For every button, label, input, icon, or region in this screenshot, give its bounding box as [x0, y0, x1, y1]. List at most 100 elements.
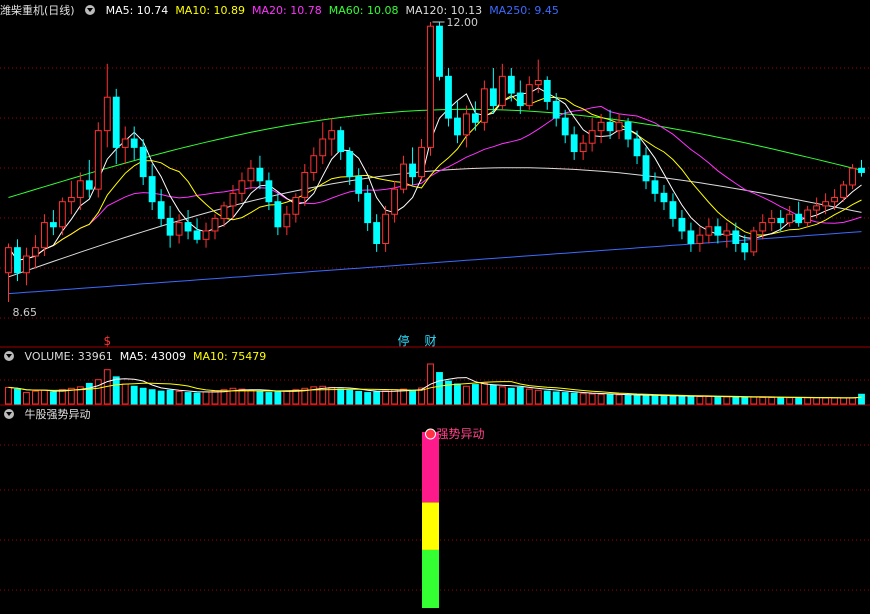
candle [516, 92, 524, 107]
volume-bar [642, 394, 650, 405]
volume-bar [651, 395, 659, 405]
candle [588, 130, 596, 144]
candle [795, 213, 803, 224]
stock-chart[interactable]: 12.008.65$ 停财强势异动 [0, 0, 870, 614]
candle [714, 226, 722, 236]
candle [831, 197, 838, 203]
candle [256, 167, 264, 182]
ma-label-5: MA250: 9.45 [489, 4, 559, 17]
volume-bar [85, 382, 93, 405]
candle [615, 121, 623, 132]
volume-bar [480, 382, 488, 405]
volume-bar [489, 384, 497, 405]
candle [660, 192, 668, 203]
ma-label-4: MA120: 10.13 [405, 4, 483, 17]
candle [85, 180, 93, 190]
candle [391, 188, 399, 215]
candle [40, 222, 48, 249]
volume-bar [184, 392, 192, 405]
candle [678, 217, 686, 232]
candle [498, 75, 506, 107]
candle [355, 176, 363, 194]
volume-bar [121, 383, 129, 405]
volume-bar [849, 397, 856, 405]
candle [489, 88, 497, 107]
candle [463, 113, 470, 136]
candle [166, 217, 174, 236]
candle [732, 230, 740, 244]
volume-bar [391, 389, 399, 405]
candle [148, 176, 156, 203]
volume-bar [373, 391, 381, 405]
price-title: 潍柴重机(日线) [0, 4, 75, 17]
panel-menu-icon[interactable] [85, 5, 96, 15]
volume-bar [552, 391, 560, 405]
volume-label-1: MA5: 43009 [119, 350, 186, 363]
ma-label-0: MA5: 10.74 [105, 4, 169, 17]
candle [759, 222, 767, 232]
candle [427, 25, 434, 148]
candle [139, 146, 147, 178]
candle [5, 247, 12, 274]
candle [32, 247, 39, 257]
signal-bar-segment [422, 432, 440, 503]
volume-bar [283, 390, 291, 405]
candle [337, 130, 345, 153]
candle [400, 163, 407, 190]
candle [454, 117, 461, 136]
candle [786, 213, 794, 224]
volume-bar [337, 388, 345, 405]
volume-bar [346, 389, 354, 405]
volume-bar [723, 396, 731, 405]
volume-bar [247, 389, 255, 405]
indicator-menu-icon[interactable] [4, 409, 14, 419]
volume-bar [507, 387, 515, 405]
candle [292, 197, 300, 215]
volume-bar [741, 396, 749, 405]
candle [822, 201, 830, 207]
indicator-header: 牛股强势异动 [4, 407, 98, 423]
volume-bar [822, 397, 830, 405]
candle [480, 88, 488, 123]
candle [849, 167, 856, 186]
volume-bar [112, 376, 120, 405]
candle [669, 201, 677, 219]
candle [175, 222, 183, 236]
volume-bar [94, 379, 102, 405]
candle [373, 222, 381, 244]
candle [723, 230, 731, 236]
volume-bar [382, 390, 390, 405]
candle [103, 96, 111, 132]
volume-bar [606, 394, 614, 405]
candle [750, 230, 758, 253]
volume-menu-icon[interactable] [4, 351, 14, 361]
candle [121, 138, 129, 148]
signal-bar-segment [422, 502, 440, 550]
candle [23, 255, 30, 274]
volume-bar [211, 390, 219, 405]
candle [265, 180, 273, 203]
volume-bar [292, 389, 300, 405]
volume-legend: VOLUME: 33961 MA5: 43009 MA10: 75479 [25, 350, 274, 363]
volume-bar [660, 395, 668, 405]
volume-bar [534, 389, 542, 405]
candle [202, 230, 210, 240]
candle [76, 180, 84, 199]
volume-bar [840, 397, 847, 405]
volume-bar [166, 389, 174, 405]
candle [319, 138, 327, 157]
candle [840, 184, 847, 199]
ma-label-1: MA10: 10.89 [175, 4, 246, 17]
volume-header: VOLUME: 33961 MA5: 43009 MA10: 75479 [4, 349, 280, 365]
volume-bar [409, 389, 416, 405]
candle [543, 80, 551, 102]
candle [696, 234, 704, 244]
indicator-title: 牛股强势异动 [24, 408, 91, 421]
candle [346, 151, 354, 178]
candle [283, 213, 291, 228]
volume-bar [570, 392, 578, 405]
candle [364, 192, 372, 224]
volume-bar [525, 388, 533, 405]
candle [633, 138, 641, 157]
candle [768, 217, 776, 224]
